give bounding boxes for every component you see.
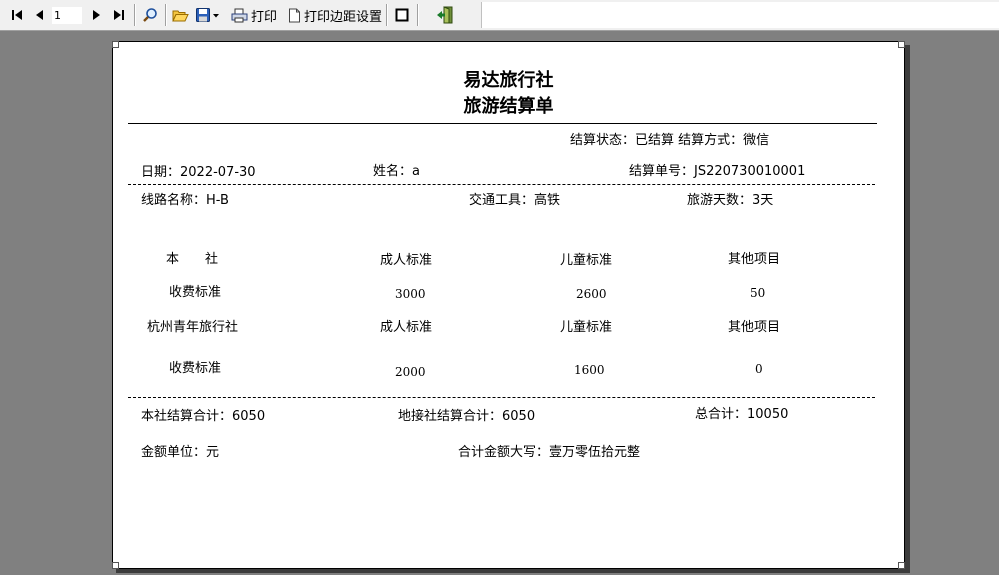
page-icon	[288, 8, 300, 22]
print-margin-settings-label: 打印边距设置	[303, 9, 382, 25]
tour-days: 旅游天数：3天	[687, 193, 774, 208]
partner-child-standard-header: 儿童标准	[560, 320, 613, 335]
dashed-divider	[128, 184, 875, 185]
currency-unit: 金额单位：元	[141, 445, 220, 460]
header-rule	[128, 123, 877, 124]
partner-child-fee: 1600	[574, 363, 605, 377]
report-page[interactable]: 易达旅行社 旅游结算单 结算状态：已结算 结算方式：微信 日期：2022-07-…	[112, 41, 905, 569]
printer-icon	[231, 8, 248, 22]
partner-settlement-total: 地接社结算合计：6050	[398, 409, 536, 424]
grand-total: 总合计：10050	[695, 407, 789, 422]
partner-other-fee: 0	[755, 362, 763, 376]
partner-adult-standard-header: 成人标准	[380, 320, 433, 335]
exit-button[interactable]	[432, 4, 458, 26]
next-page-icon	[93, 10, 100, 20]
magnifier-icon	[143, 8, 157, 22]
previous-page-button[interactable]	[30, 4, 50, 26]
print-margin-settings-button[interactable]: 打印边距设置	[287, 4, 383, 26]
partner-other-items-header: 其他项目	[728, 320, 781, 335]
margin-handle[interactable]	[898, 41, 905, 48]
amount-in-words: 合计金额大写：壹万零伍拾元整	[458, 445, 641, 460]
page-number-input[interactable]	[52, 7, 82, 24]
partner-agency-label: 杭州青年旅行社	[147, 320, 239, 335]
other-items-header: 其他项目	[728, 252, 781, 267]
print-button-label: 打印	[250, 9, 277, 25]
margin-handle[interactable]	[112, 562, 119, 569]
child-standard-header: 儿童标准	[560, 253, 613, 268]
own-child-fee: 2600	[576, 287, 607, 301]
margin-handle[interactable]	[112, 41, 119, 48]
previous-page-icon	[36, 10, 43, 20]
customer-name: 姓名：a	[373, 164, 420, 179]
toolbar-separator	[134, 4, 136, 26]
toolbar-separator	[417, 4, 419, 26]
next-page-button[interactable]	[86, 4, 106, 26]
settlement-number: 结算单号：JS220730010001	[629, 164, 806, 179]
own-fee-row-label: 收费标准	[169, 285, 222, 300]
dropdown-arrow-icon	[212, 13, 219, 17]
partner-adult-fee: 2000	[395, 365, 426, 379]
own-adult-fee: 3000	[395, 287, 426, 301]
floppy-disk-icon	[195, 8, 210, 22]
print-button[interactable]: 打印	[230, 4, 278, 26]
toolbar-empty-area	[481, 2, 999, 28]
save-button[interactable]	[192, 4, 222, 26]
dashed-divider	[128, 397, 875, 398]
frame-icon	[395, 8, 409, 22]
own-other-fee: 50	[750, 286, 766, 300]
first-page-icon	[12, 10, 22, 20]
last-page-button[interactable]	[108, 4, 130, 26]
preview-toolbar: 打印 打印边距设置	[0, 0, 999, 31]
partner-fee-row-label: 收费标准	[169, 361, 222, 376]
document-title: 旅游结算单	[463, 96, 554, 117]
own-agency-label: 本 社	[166, 252, 219, 267]
settlement-date: 日期：2022-07-30	[141, 165, 256, 180]
open-button[interactable]	[169, 4, 191, 26]
first-page-button[interactable]	[6, 4, 28, 26]
company-title: 易达旅行社	[463, 70, 554, 91]
page-setup-button[interactable]	[391, 4, 413, 26]
zoom-button[interactable]	[139, 4, 161, 26]
exit-door-icon	[437, 6, 453, 24]
margin-handle[interactable]	[898, 562, 905, 569]
transport-mode: 交通工具：高铁	[469, 193, 561, 208]
last-page-icon	[114, 10, 124, 20]
folder-open-icon	[171, 10, 189, 21]
toolbar-separator	[386, 4, 388, 26]
settlement-status: 结算状态：已结算 结算方式：微信	[570, 133, 770, 148]
adult-standard-header: 成人标准	[380, 253, 433, 268]
route-name: 线路名称：H-B	[141, 193, 229, 208]
own-settlement-total: 本社结算合计：6050	[141, 409, 266, 424]
toolbar-separator	[165, 4, 167, 26]
